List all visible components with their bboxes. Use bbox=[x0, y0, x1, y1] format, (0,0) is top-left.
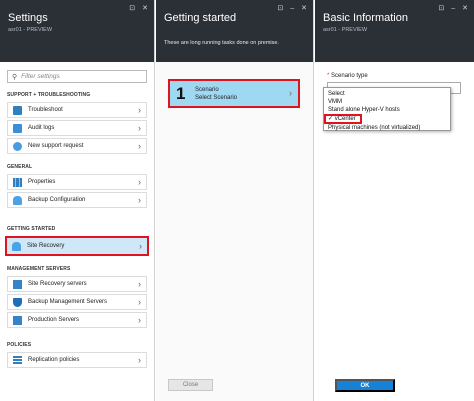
item-label: Production Servers bbox=[28, 317, 80, 323]
chevron-right-icon: › bbox=[138, 354, 141, 365]
sidebar-item-site-recovery-servers[interactable]: Site Recovery servers › bbox=[7, 276, 147, 292]
basic-information-title: Basic Information bbox=[323, 12, 408, 24]
check-icon: ✓ bbox=[328, 116, 334, 122]
close-icon[interactable]: ✕ bbox=[301, 5, 307, 12]
log-icon bbox=[13, 123, 22, 133]
site-recovery-icon bbox=[12, 241, 21, 251]
production-server-icon bbox=[13, 315, 22, 325]
item-label: Site Recovery bbox=[27, 243, 65, 249]
chevron-right-icon: › bbox=[138, 296, 141, 307]
basic-information-header: Basic Information asr01 - PREVIEW ⊡ – ✕ bbox=[315, 0, 474, 62]
sidebar-item-new-support-request[interactable]: New support request › bbox=[7, 138, 147, 154]
step-number: 1 bbox=[176, 83, 186, 103]
item-label: New support request bbox=[28, 143, 84, 149]
option-hyperv[interactable]: Stand alone Hyper-V hosts bbox=[324, 106, 450, 114]
item-label: Backup Management Servers bbox=[28, 299, 108, 305]
chevron-right-icon: › bbox=[289, 88, 292, 98]
chevron-right-icon: › bbox=[138, 194, 141, 205]
sidebar-item-replication-policies[interactable]: Replication policies › bbox=[7, 352, 147, 368]
sidebar-item-troubleshoot[interactable]: Troubleshoot › bbox=[7, 102, 147, 118]
option-vcenter[interactable]: ✓ vCenter bbox=[324, 114, 362, 124]
option-select[interactable]: Select bbox=[324, 90, 450, 98]
item-label: Troubleshoot bbox=[28, 107, 63, 113]
backup-icon bbox=[13, 195, 22, 205]
item-label: Replication policies bbox=[28, 357, 80, 363]
scenario-type-label: * Scenario type bbox=[327, 73, 368, 79]
scenario-step-card[interactable]: 1 Scenario Select Scenario › bbox=[168, 79, 300, 108]
chevron-right-icon: › bbox=[138, 104, 141, 115]
backup-server-icon bbox=[13, 297, 22, 307]
wrench-icon bbox=[13, 105, 22, 115]
item-label: Site Recovery servers bbox=[28, 281, 87, 287]
step-title: Scenario bbox=[195, 86, 219, 93]
required-mark: * bbox=[327, 73, 330, 79]
basic-information-blade: Basic Information asr01 - PREVIEW ⊡ – ✕ … bbox=[315, 0, 474, 401]
option-vmm[interactable]: VMM bbox=[324, 98, 450, 106]
section-management-servers: MANAGEMENT SERVERS bbox=[7, 266, 71, 272]
ok-button[interactable]: OK bbox=[335, 379, 395, 392]
pin-icon[interactable]: ⊡ bbox=[129, 5, 135, 12]
scenario-type-text: Scenario type bbox=[331, 73, 368, 79]
pin-icon[interactable]: ⊡ bbox=[277, 5, 283, 12]
close-icon[interactable]: ✕ bbox=[142, 5, 148, 12]
item-label: Audit logs bbox=[28, 125, 55, 131]
settings-title: Settings bbox=[8, 12, 48, 24]
chevron-right-icon: › bbox=[138, 278, 141, 289]
settings-subtitle: asr01 - PREVIEW bbox=[8, 27, 53, 33]
properties-icon bbox=[13, 177, 22, 187]
chevron-right-icon: › bbox=[139, 240, 142, 251]
sidebar-item-properties[interactable]: Properties › bbox=[7, 174, 147, 190]
basic-information-subtitle: asr01 - PREVIEW bbox=[323, 27, 368, 33]
option-vcenter-label: vCenter bbox=[334, 116, 356, 122]
filter-settings-input[interactable]: ⚲ Filter settings bbox=[7, 70, 147, 83]
chevron-right-icon: › bbox=[138, 122, 141, 133]
getting-started-blade: Getting started These are long running t… bbox=[156, 0, 314, 401]
minimize-icon[interactable]: – bbox=[290, 5, 294, 12]
settings-header: Settings asr01 - PREVIEW ⊡ ✕ bbox=[0, 0, 154, 62]
section-getting-started: GETTING STARTED bbox=[7, 226, 56, 232]
sidebar-item-backup-management-servers[interactable]: Backup Management Servers › bbox=[7, 294, 147, 310]
filter-settings-placeholder: Filter settings bbox=[21, 73, 60, 80]
section-policies: POLICIES bbox=[7, 342, 32, 348]
chevron-right-icon: › bbox=[138, 140, 141, 151]
scenario-type-dropdown: Select VMM Stand alone Hyper-V hosts ✓ v… bbox=[323, 87, 451, 131]
settings-blade: Settings asr01 - PREVIEW ⊡ ✕ ⚲ Filter se… bbox=[0, 0, 155, 401]
step-subtitle: Select Scenario bbox=[195, 94, 238, 101]
policy-icon bbox=[13, 355, 22, 365]
server-icon bbox=[13, 279, 22, 289]
sidebar-item-audit-logs[interactable]: Audit logs › bbox=[7, 120, 147, 136]
section-general: GENERAL bbox=[7, 164, 33, 170]
sidebar-item-backup-configuration[interactable]: Backup Configuration › bbox=[7, 192, 147, 208]
search-icon: ⚲ bbox=[12, 73, 18, 81]
sidebar-item-site-recovery[interactable]: Site Recovery › bbox=[5, 236, 149, 256]
option-physical[interactable]: Physical machines (not virtualized) bbox=[324, 124, 450, 132]
support-person-icon bbox=[13, 141, 22, 151]
chevron-right-icon: › bbox=[138, 314, 141, 325]
close-icon[interactable]: ✕ bbox=[462, 5, 468, 12]
item-label: Backup Configuration bbox=[28, 197, 86, 203]
sidebar-item-production-servers[interactable]: Production Servers › bbox=[7, 312, 147, 328]
getting-started-header: Getting started These are long running t… bbox=[156, 0, 313, 62]
item-label: Properties bbox=[28, 179, 56, 185]
section-support: SUPPORT + TROUBLESHOOTING bbox=[7, 92, 91, 98]
minimize-icon[interactable]: – bbox=[451, 5, 455, 12]
getting-started-title: Getting started bbox=[164, 12, 237, 24]
pin-icon[interactable]: ⊡ bbox=[438, 5, 444, 12]
chevron-right-icon: › bbox=[138, 176, 141, 187]
close-button[interactable]: Close bbox=[168, 379, 213, 391]
getting-started-description: These are long running tasks done on pre… bbox=[164, 40, 279, 46]
